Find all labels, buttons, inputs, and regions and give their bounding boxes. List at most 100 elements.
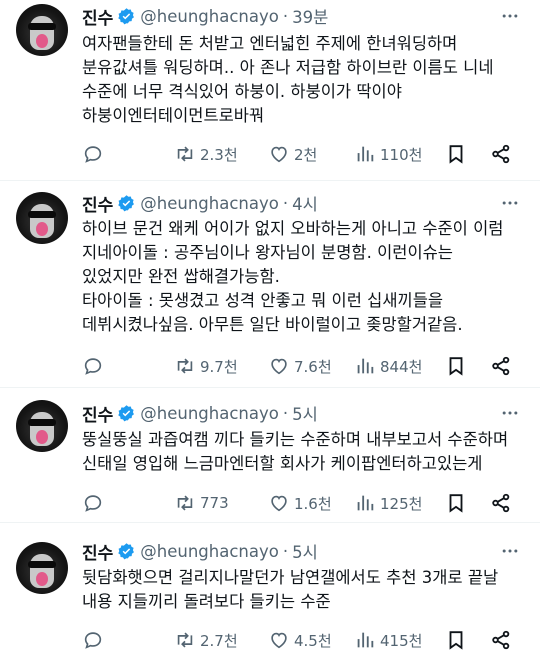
avatar[interactable] — [16, 400, 68, 452]
bookmark-button[interactable] — [445, 491, 467, 515]
tweet-timestamp[interactable]: 4시 — [292, 191, 318, 215]
more-icon[interactable] — [498, 539, 522, 563]
like-button[interactable]: 4.5천 — [268, 628, 332, 652]
separator-dot: · — [282, 403, 289, 423]
heart-icon — [268, 492, 290, 514]
tweet-timestamp[interactable]: 5시 — [292, 401, 318, 425]
tweet-header: 진수 @heunghacnayo · 5시 — [82, 539, 318, 564]
views-count: 415천 — [380, 631, 423, 650]
avatar[interactable] — [16, 192, 68, 244]
like-button[interactable]: 7.6천 — [268, 354, 332, 378]
reply-button[interactable] — [82, 491, 104, 515]
reply-button[interactable] — [82, 628, 104, 652]
tweet-text: 뚱실뚱실 과즙여캠 끼다 들키는 수준하며 내부보고서 수준하며 신태일 영입해… — [82, 430, 509, 473]
share-button[interactable] — [490, 491, 512, 515]
share-button[interactable] — [490, 628, 512, 652]
author-name[interactable]: 진수 — [82, 191, 113, 216]
author-handle[interactable]: @heunghacnayo — [140, 542, 279, 561]
reply-button[interactable] — [82, 142, 104, 166]
author-name[interactable]: 진수 — [82, 4, 113, 29]
share-button[interactable] — [490, 142, 512, 166]
like-count: 1.6천 — [294, 494, 332, 513]
author-handle[interactable]: @heunghacnayo — [140, 194, 279, 213]
reply-icon — [82, 143, 104, 165]
tweet-timestamp[interactable]: 5시 — [292, 539, 318, 563]
like-count: 4.5천 — [294, 631, 332, 650]
tweet[interactable]: 진수 @heunghacnayo · 4시 하이브 문건 왜케 어이가 없지 오… — [0, 181, 540, 388]
like-count: 7.6천 — [294, 357, 332, 376]
retweet-icon — [174, 492, 196, 514]
like-button[interactable]: 1.6천 — [268, 491, 332, 515]
views-button[interactable]: 110천 — [354, 142, 422, 166]
views-button[interactable]: 125천 — [354, 491, 422, 515]
like-button[interactable]: 2천 — [268, 142, 317, 166]
retweet-button[interactable]: 9.7천 — [174, 354, 238, 378]
heart-icon — [268, 629, 290, 651]
bookmark-icon — [445, 143, 467, 165]
verified-badge-icon — [117, 542, 136, 561]
separator-dot: · — [282, 6, 289, 26]
author-name[interactable]: 진수 — [82, 539, 113, 564]
reply-icon — [82, 355, 104, 377]
bookmark-icon — [445, 492, 467, 514]
share-icon — [490, 355, 512, 377]
retweet-button[interactable]: 2.7천 — [174, 628, 238, 652]
bookmark-button[interactable] — [445, 628, 467, 652]
reply-icon — [82, 629, 104, 651]
views-button[interactable]: 844천 — [354, 354, 422, 378]
tweet-header: 진수 @heunghacnayo · 39분 — [82, 4, 328, 29]
separator-dot: · — [282, 193, 289, 213]
bookmark-button[interactable] — [445, 354, 467, 378]
retweet-count: 9.7천 — [200, 357, 238, 376]
tweet-text: 하이브 문건 왜케 어이가 없지 오바하는게 아니고 수준이 이럼 지네아이돌 … — [82, 219, 504, 334]
reply-button[interactable] — [82, 354, 104, 378]
views-chart-icon — [354, 355, 376, 377]
bookmark-button[interactable] — [445, 142, 467, 166]
author-name[interactable]: 진수 — [82, 401, 113, 426]
avatar[interactable] — [16, 542, 68, 594]
views-chart-icon — [354, 629, 376, 651]
retweet-button[interactable]: 773 — [174, 491, 229, 515]
more-icon[interactable] — [498, 401, 522, 425]
bookmark-icon — [445, 629, 467, 651]
retweet-count: 2.3천 — [200, 145, 238, 164]
reply-icon — [82, 492, 104, 514]
retweet-icon — [174, 355, 196, 377]
more-icon[interactable] — [498, 4, 522, 28]
share-icon — [490, 143, 512, 165]
share-button[interactable] — [490, 354, 512, 378]
action-bar: 2.3천 2천 110천 — [82, 142, 528, 166]
retweet-count: 2.7천 — [200, 631, 238, 650]
views-count: 844천 — [380, 357, 423, 376]
heart-icon — [268, 143, 290, 165]
verified-badge-icon — [117, 7, 136, 26]
share-icon — [490, 629, 512, 651]
bookmark-icon — [445, 355, 467, 377]
tweet-timestamp[interactable]: 39분 — [292, 4, 328, 28]
heart-icon — [268, 355, 290, 377]
author-handle[interactable]: @heunghacnayo — [140, 7, 279, 26]
author-handle[interactable]: @heunghacnayo — [140, 404, 279, 423]
tweet[interactable]: 진수 @heunghacnayo · 5시 뒷담화햇으면 걸리지나말던가 남연갤… — [0, 523, 540, 670]
tweet[interactable]: 진수 @heunghacnayo · 39분 여자팬들한테 돈 처받고 엔터넓힌… — [0, 0, 540, 181]
verified-badge-icon — [117, 194, 136, 213]
views-count: 110천 — [380, 145, 423, 164]
tweet-text: 여자팬들한테 돈 처받고 엔터넓힌 주제에 한녀워딩하며 분유값셔틀 워딩하며.… — [82, 34, 494, 125]
like-count: 2천 — [294, 145, 318, 164]
tweet-header: 진수 @heunghacnayo · 4시 — [82, 191, 318, 216]
action-bar: 9.7천 7.6천 844천 — [82, 354, 528, 378]
tweet[interactable]: 진수 @heunghacnayo · 5시 뚱실뚱실 과즙여캠 끼다 들키는 수… — [0, 388, 540, 523]
avatar[interactable] — [16, 4, 68, 56]
views-chart-icon — [354, 143, 376, 165]
retweet-count: 773 — [200, 494, 229, 512]
tweet-text: 뒷담화햇으면 걸리지나말던가 남연갤에서도 추천 3개로 끝날 내용 지들끼리 … — [82, 568, 499, 611]
more-icon[interactable] — [498, 191, 522, 215]
views-chart-icon — [354, 492, 376, 514]
views-count: 125천 — [380, 494, 423, 513]
retweet-button[interactable]: 2.3천 — [174, 142, 238, 166]
retweet-icon — [174, 143, 196, 165]
retweet-icon — [174, 629, 196, 651]
separator-dot: · — [282, 541, 289, 561]
action-bar: 773 1.6천 125천 — [82, 491, 528, 515]
views-button[interactable]: 415천 — [354, 628, 422, 652]
